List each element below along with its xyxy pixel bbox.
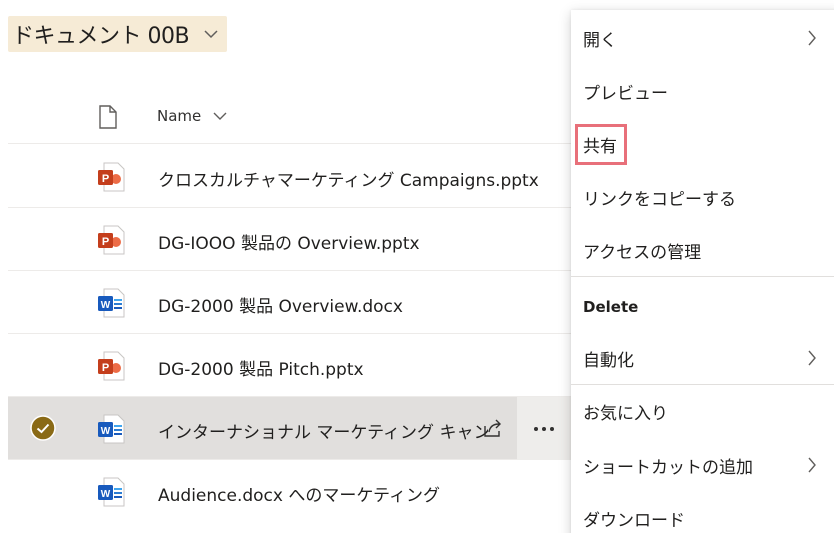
svg-text:P: P [102,173,109,185]
menu-item-label: ショートカットの追加 [583,457,753,478]
svg-text:W: W [101,489,111,500]
chevron-right-icon [807,457,817,477]
file-row[interactable]: P DG-IOOO 製品の Overview.pptx [8,208,608,271]
powerpoint-file-icon: P [96,161,126,193]
file-name[interactable]: クロスカルチャマーケティング Campaigns.pptx [158,166,539,191]
svg-text:P: P [102,362,109,374]
library-title: ドキュメント 00B [12,24,190,49]
menu-item-download[interactable]: ダウンロード [571,493,834,533]
column-header-row: Name [8,92,608,144]
context-menu: 開く プレビュー 共有 リンクをコピーする アクセスの管理 Delete 自動化 [571,10,834,533]
file-row[interactable]: P DG-2000 製品 Pitch.pptx [8,334,608,397]
svg-text:W: W [101,300,111,311]
menu-item-label: ダウンロード [583,510,685,531]
checkmark-selected-icon[interactable] [30,415,56,441]
file-row[interactable]: W Audience.docx へのマーケティング [8,460,608,523]
file-type-header-icon[interactable] [98,105,118,133]
menu-item-share[interactable]: 共有 [571,119,834,169]
document-library-page: ドキュメント 00B Name P クロスカルチャマーケティング Campaig… [0,0,834,533]
chevron-right-icon [807,30,817,50]
library-title-button[interactable]: ドキュメント 00B [8,16,228,52]
file-name[interactable]: Audience.docx へのマーケティング [158,481,440,506]
file-row[interactable]: W DG-2000 製品 Overview.docx [8,271,608,334]
menu-item-add-shortcut[interactable]: ショートカットの追加 [571,440,834,490]
chevron-right-icon [807,350,817,370]
file-row-selected[interactable]: W インターナショナル マーケティング キャンプ [8,397,608,460]
menu-item-favorite[interactable]: お気に入り [571,386,834,436]
menu-item-label: お気に入り [583,403,668,424]
powerpoint-file-icon: P [96,224,126,256]
name-column-header[interactable]: Name [157,107,227,125]
menu-item-preview[interactable]: プレビュー [571,66,834,116]
chevron-down-icon [203,26,219,42]
chevron-down-icon [213,107,227,125]
file-name[interactable]: DG-IOOO 製品の Overview.pptx [158,229,420,254]
word-file-icon: W [96,287,126,319]
menu-item-automate[interactable]: 自動化 [571,333,834,383]
more-icon [534,426,554,431]
menu-divider [571,276,834,277]
menu-item-label: 開く [583,30,617,51]
file-name[interactable]: インターナショナル マーケティング キャンプ [158,418,488,443]
menu-item-label: 自動化 [583,350,634,371]
menu-item-label: アクセスの管理 [583,242,702,263]
share-icon[interactable] [482,417,504,443]
file-name[interactable]: DG-2000 製品 Overview.docx [158,292,403,317]
word-file-icon: W [96,413,126,445]
menu-item-label: Delete [583,298,639,316]
file-name[interactable]: DG-2000 製品 Pitch.pptx [158,355,364,380]
menu-item-label: 共有 [575,123,627,165]
menu-item-label: プレビュー [583,83,668,104]
name-column-label: Name [157,107,202,125]
menu-divider [571,384,834,385]
menu-item-delete[interactable]: Delete [571,282,834,332]
more-options-button[interactable] [517,397,571,460]
word-file-icon: W [96,476,126,508]
menu-item-open[interactable]: 開く [571,13,834,63]
menu-item-label: リンクをコピーする [583,189,736,210]
svg-text:P: P [102,236,109,248]
svg-text:W: W [101,426,111,437]
menu-item-manage-access[interactable]: アクセスの管理 [571,225,834,275]
powerpoint-file-icon: P [96,350,126,382]
menu-item-copy-link[interactable]: リンクをコピーする [571,172,834,222]
file-row[interactable]: P クロスカルチャマーケティング Campaigns.pptx [8,145,608,208]
